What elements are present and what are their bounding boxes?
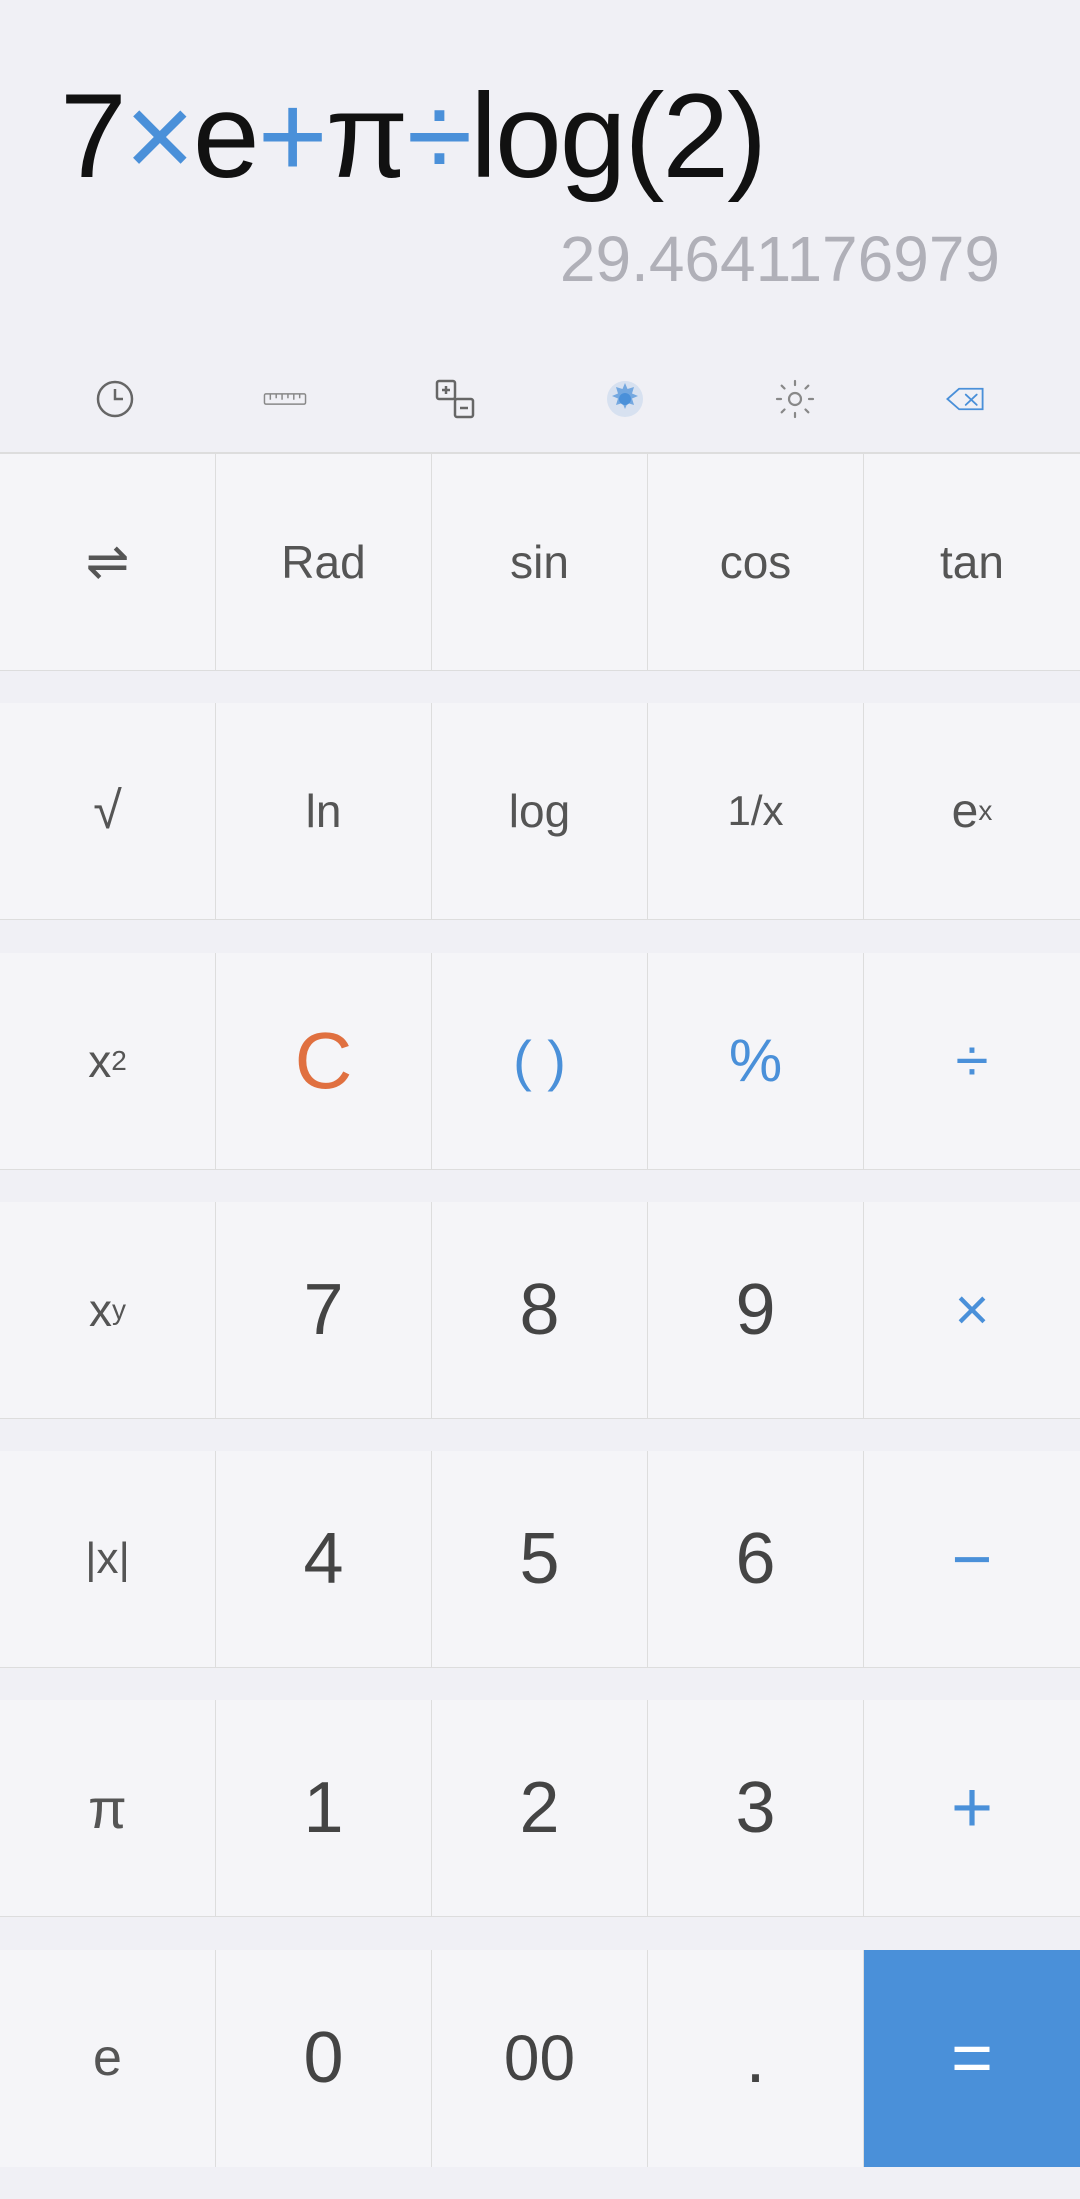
nine-key[interactable]: 9 [648, 1202, 864, 1419]
rad-key[interactable]: Rad [216, 454, 432, 671]
percent-key[interactable]: % [648, 953, 864, 1170]
square-key[interactable]: x2 [0, 953, 216, 1170]
clear-key[interactable]: C [216, 953, 432, 1170]
ruler-icon[interactable] [250, 364, 320, 434]
divide-key[interactable]: ÷ [864, 953, 1080, 1170]
zero-key[interactable]: 0 [216, 1950, 432, 2167]
plus-op: + [258, 69, 326, 203]
minus-key[interactable]: − [864, 1451, 1080, 1668]
toolbar [0, 346, 1080, 453]
five-key[interactable]: 5 [432, 1451, 648, 1668]
settings-icon[interactable] [760, 364, 830, 434]
one-key[interactable]: 1 [216, 1700, 432, 1917]
theme-icon[interactable] [590, 364, 660, 434]
abs-key[interactable]: |x| [0, 1451, 216, 1668]
convert-key[interactable]: ⇌ [0, 454, 216, 671]
seven-key[interactable]: 7 [216, 1202, 432, 1419]
tan-key[interactable]: tan [864, 454, 1080, 671]
sqrt-key[interactable]: √ [0, 703, 216, 920]
euler-key[interactable]: e [0, 1950, 216, 2167]
result-display: 29.4641176979 [40, 212, 1040, 326]
equals-key[interactable]: = [864, 1950, 1080, 2167]
display-area: 7×e+π÷log(2) 29.4641176979 [0, 0, 1080, 346]
eight-key[interactable]: 8 [432, 1202, 648, 1419]
multiply-op: × [125, 69, 193, 203]
two-key[interactable]: 2 [432, 1700, 648, 1917]
power-key[interactable]: xy [0, 1202, 216, 1419]
keyboard: ⇌ Rad sin cos tan √ ln log 1/x ex x2 C (… [0, 453, 1080, 2199]
ln-key[interactable]: ln [216, 703, 432, 920]
expression-display: 7×e+π÷log(2) [40, 40, 1040, 212]
divide-op: ÷ [406, 69, 470, 203]
three-key[interactable]: 3 [648, 1700, 864, 1917]
backspace-icon[interactable] [930, 364, 1000, 434]
pi-key[interactable]: π [0, 1700, 216, 1917]
exp-key[interactable]: ex [864, 703, 1080, 920]
multiply-key[interactable]: × [864, 1202, 1080, 1419]
history-icon[interactable] [80, 364, 150, 434]
plus-key[interactable]: + [864, 1700, 1080, 1917]
log-key[interactable]: log [432, 703, 648, 920]
decimal-key[interactable]: . [648, 1950, 864, 2167]
six-key[interactable]: 6 [648, 1451, 864, 1668]
paren-key[interactable]: ( ) [432, 953, 648, 1170]
sin-key[interactable]: sin [432, 454, 648, 671]
double-zero-key[interactable]: 00 [432, 1950, 648, 2167]
reciprocal-key[interactable]: 1/x [648, 703, 864, 920]
cos-key[interactable]: cos [648, 454, 864, 671]
plusminus-icon[interactable] [420, 364, 490, 434]
four-key[interactable]: 4 [216, 1451, 432, 1668]
